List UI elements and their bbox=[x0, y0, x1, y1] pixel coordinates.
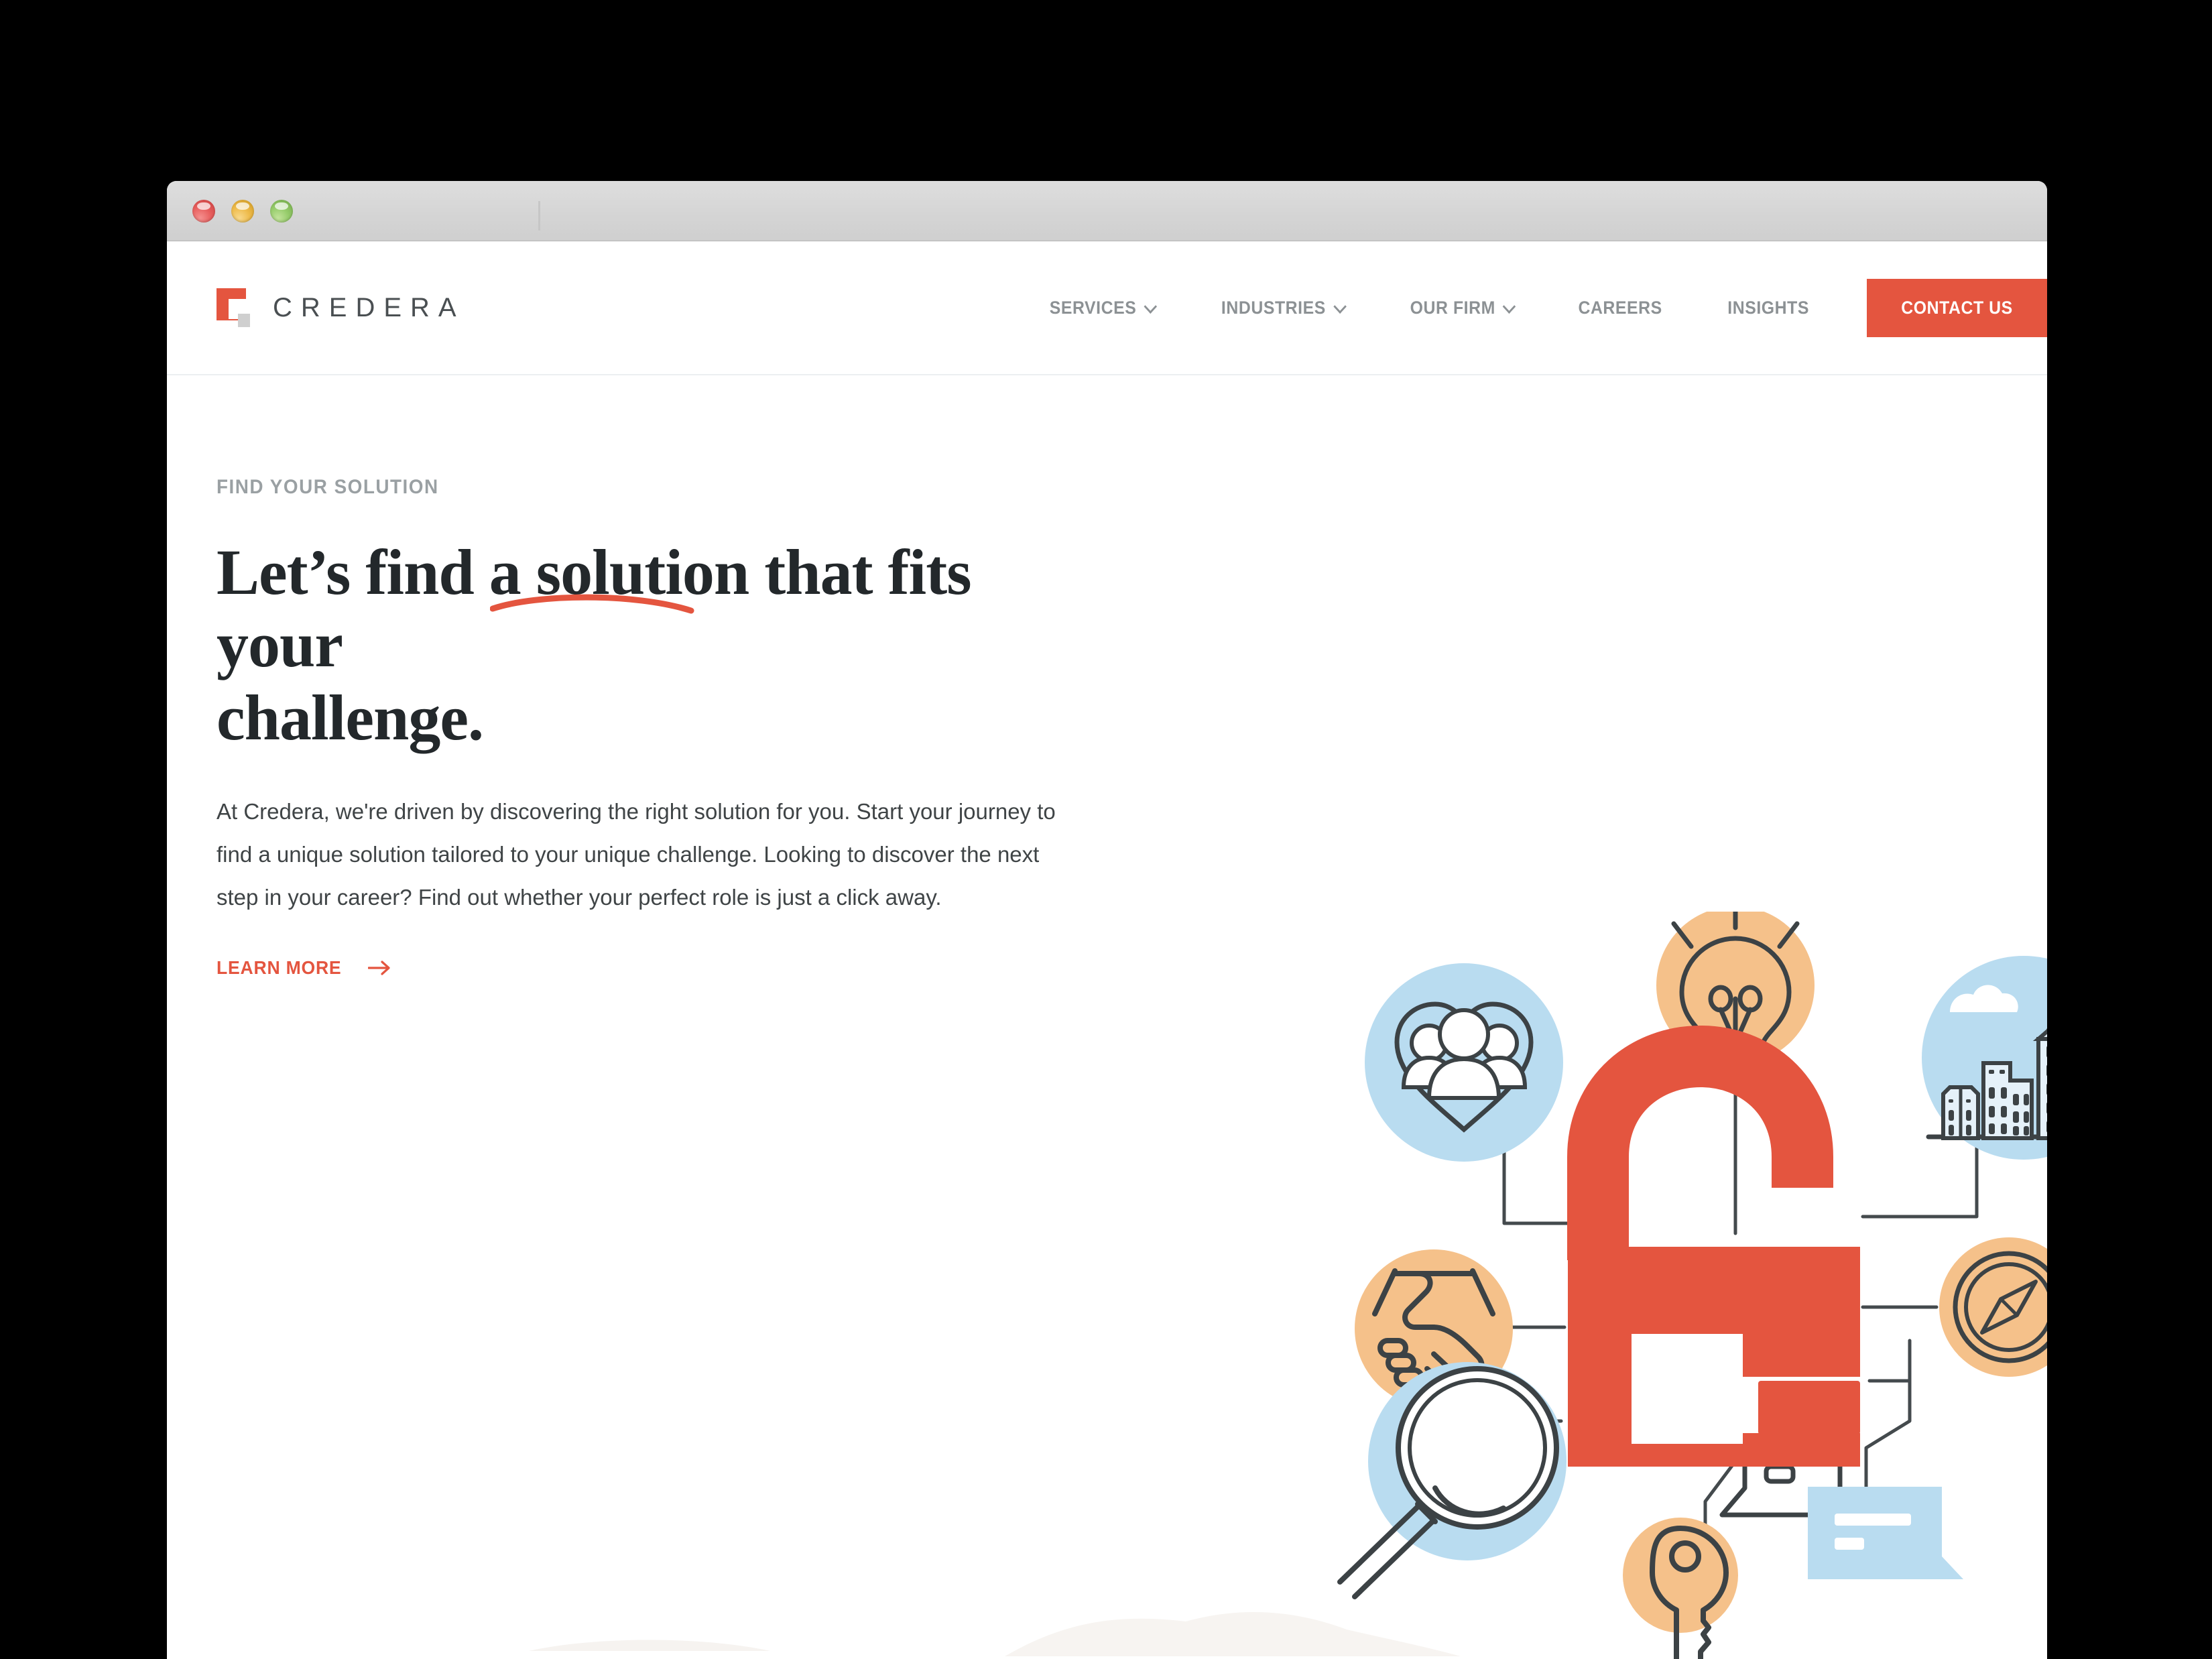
nav-item-insights[interactable]: INSIGHTS bbox=[1701, 298, 1835, 318]
nav-label-our-firm: OUR FIRM bbox=[1410, 297, 1496, 318]
brand-name: CREDERA bbox=[273, 292, 465, 322]
page-viewport: CREDERA SERVICES INDUSTRIES OUR FIRM CAR… bbox=[167, 241, 2047, 1659]
key-icon bbox=[1623, 1518, 1738, 1659]
nav-label-industries: INDUSTRIES bbox=[1221, 297, 1326, 318]
arrow-right-icon bbox=[368, 961, 390, 976]
nav-item-careers[interactable]: CAREERS bbox=[1552, 298, 1688, 318]
hero-copy: FIND YOUR SOLUTION Let’s find a solution… bbox=[217, 476, 1108, 1659]
brand-logo-link[interactable]: CREDERA bbox=[217, 288, 465, 327]
page-title: Let’s find a solution that fits your cha… bbox=[217, 536, 1081, 754]
close-window-button[interactable] bbox=[192, 199, 215, 223]
chevron-down-icon bbox=[1333, 299, 1347, 314]
hero-description: At Credera, we're driven by discovering … bbox=[217, 799, 1056, 910]
learn-more-label: LEARN MORE bbox=[217, 957, 342, 979]
heart-people-icon bbox=[1365, 963, 1563, 1162]
compass-icon bbox=[1939, 1237, 2047, 1377]
headline-line-2: challenge. bbox=[217, 681, 484, 753]
open-padlock-icon bbox=[1567, 1025, 1863, 1467]
city-buildings-icon bbox=[1922, 956, 2047, 1160]
headline-line-1: Let’s find a solution that fits your bbox=[217, 536, 972, 681]
minimize-window-button[interactable] bbox=[231, 199, 254, 223]
credera-square-logo-icon bbox=[217, 288, 253, 327]
maximize-window-button[interactable] bbox=[270, 199, 293, 223]
main-navigation: SERVICES INDUSTRIES OUR FIRM CAREERS INS… bbox=[1016, 278, 2047, 337]
tab-divider bbox=[538, 201, 540, 231]
window-controls bbox=[192, 199, 293, 223]
hero-section: FIND YOUR SOLUTION Let’s find a solution… bbox=[167, 375, 2047, 1659]
learn-more-link[interactable]: LEARN MORE bbox=[217, 957, 391, 979]
contact-us-button[interactable]: CONTACT US bbox=[1867, 278, 2047, 337]
nav-item-services[interactable]: SERVICES bbox=[1023, 298, 1180, 318]
site-header: CREDERA SERVICES INDUSTRIES OUR FIRM CAR… bbox=[167, 241, 2047, 375]
contact-us-label: CONTACT US bbox=[1901, 297, 2013, 318]
nav-label-careers: CAREERS bbox=[1578, 297, 1663, 318]
magnifying-glass-icon bbox=[1337, 1362, 1566, 1599]
nav-item-our-firm[interactable]: OUR FIRM bbox=[1384, 298, 1539, 318]
chevron-down-icon bbox=[1144, 299, 1157, 314]
browser-titlebar bbox=[167, 181, 2047, 241]
browser-window: CREDERA SERVICES INDUSTRIES OUR FIRM CAR… bbox=[167, 181, 2047, 1659]
hero-eyebrow-text: FIND YOUR SOLUTION bbox=[217, 476, 439, 498]
hero-eyebrow: FIND YOUR SOLUTION bbox=[217, 476, 1108, 499]
nav-item-industries[interactable]: INDUSTRIES bbox=[1194, 298, 1369, 318]
solution-network-illustration bbox=[1333, 912, 2047, 1659]
nav-label-insights: INSIGHTS bbox=[1727, 297, 1809, 318]
chevron-down-icon bbox=[1503, 299, 1516, 314]
nav-label-services: SERVICES bbox=[1049, 297, 1137, 318]
screen: CREDERA SERVICES INDUSTRIES OUR FIRM CAR… bbox=[0, 0, 2212, 1659]
